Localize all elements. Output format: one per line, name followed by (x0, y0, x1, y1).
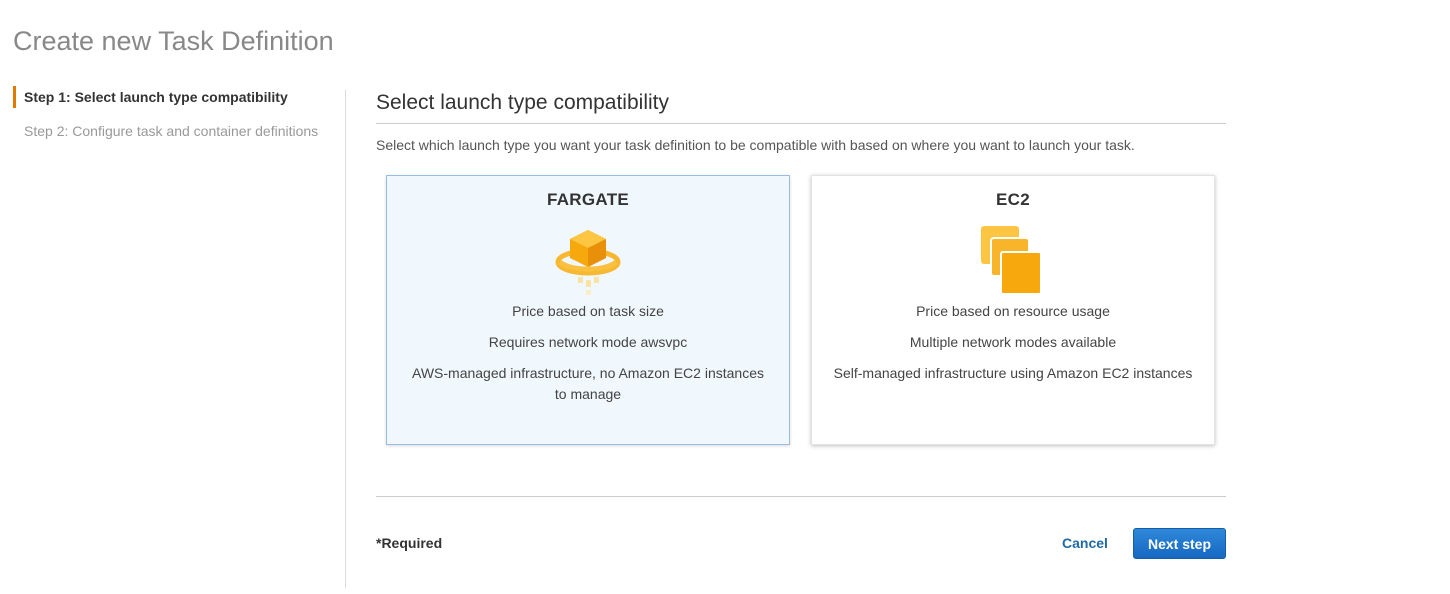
ec2-line-infrastructure: Self-managed infrastructure using Amazon… (833, 365, 1193, 381)
fargate-card-title: FARGATE (546, 190, 630, 209)
ec2-line-network: Multiple network modes available (909, 334, 1117, 350)
fargate-line-network: Requires network mode awsvpc (488, 334, 688, 350)
footer-divider (376, 496, 1226, 497)
fargate-line-infrastructure: AWS-managed infrastructure, no Amazon EC… (412, 365, 764, 402)
step-2-task-container[interactable]: Step 2: Configure task and container def… (13, 120, 333, 142)
cancel-button[interactable]: Cancel (1062, 535, 1108, 551)
ec2-line-price: Price based on resource usage (916, 303, 1110, 319)
step-1-launch-type[interactable]: Step 1: Select launch type compatibility (13, 86, 333, 108)
fargate-card[interactable]: FARGATE Price based on task size Require… (386, 175, 790, 445)
ec2-card-title: EC2 (996, 190, 1030, 209)
page-title: Create new Task Definition (13, 26, 334, 56)
next-step-button[interactable]: Next step (1133, 528, 1226, 559)
required-note: *Required (376, 535, 443, 551)
main-content: Select launch type compatibility Select … (376, 88, 1226, 445)
launch-type-cards: FARGATE Price based on task size Require… (386, 175, 1216, 447)
section-title: Select launch type compatibility (376, 88, 1226, 124)
fargate-line-price: Price based on task size (512, 303, 664, 319)
vertical-divider (345, 90, 346, 588)
wizard-steps: Step 1: Select launch type compatibility… (13, 86, 333, 142)
section-description: Select which launch type you want your t… (376, 137, 1135, 153)
fargate-icon (555, 230, 621, 295)
ec2-card[interactable]: EC2 Price based on resource usage Multip… (811, 175, 1215, 445)
ec2-instances-icon (981, 226, 1042, 295)
